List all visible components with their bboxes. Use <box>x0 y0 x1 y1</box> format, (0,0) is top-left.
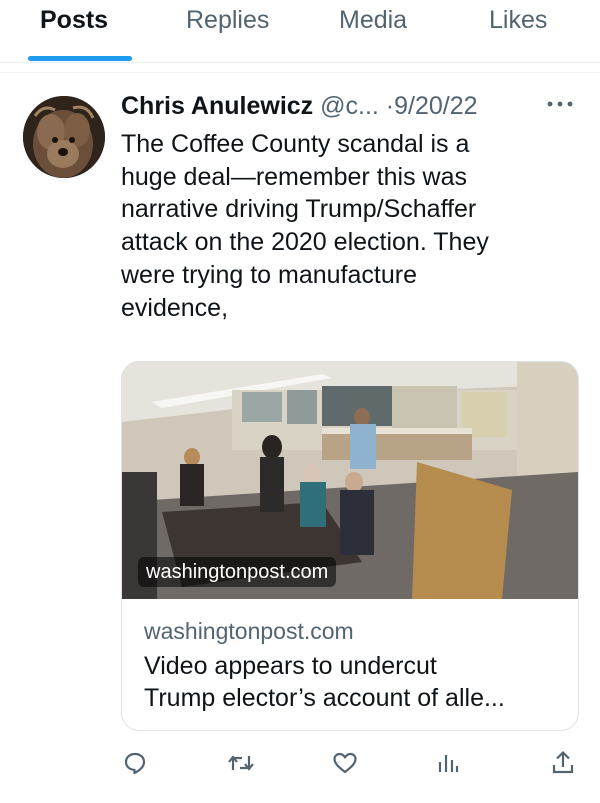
more-options-icon[interactable] <box>544 97 576 111</box>
link-card-image-overlay: washingtonpost.com <box>138 557 337 587</box>
divider <box>0 72 600 73</box>
share-button[interactable] <box>551 750 575 780</box>
tab-replies[interactable]: Replies <box>186 6 269 35</box>
tab-likes[interactable]: Likes <box>489 6 547 35</box>
profile-tabs: Posts Replies Media Likes <box>0 0 600 63</box>
author-handle[interactable]: @c... <box>320 92 379 120</box>
active-tab-indicator <box>28 56 132 61</box>
post-text: The Coffee County scandal is a huge deal… <box>121 130 489 322</box>
link-card-domain: washingtonpost.com <box>144 618 354 644</box>
views-icon <box>437 750 459 776</box>
separator-dot: · <box>385 92 395 120</box>
avatar[interactable] <box>23 96 105 178</box>
views-button[interactable] <box>437 750 459 780</box>
reply-button[interactable] <box>122 750 148 780</box>
link-card-title: Video appears to undercut Trump elector’… <box>144 652 505 712</box>
link-card[interactable]: washingtonpost.com washingtonpost.com Vi… <box>121 361 579 731</box>
reply-icon <box>122 750 148 776</box>
tab-media[interactable]: Media <box>339 6 407 35</box>
heart-icon <box>332 750 358 776</box>
post-date[interactable]: 9/20/22 <box>394 92 477 120</box>
share-icon <box>551 750 575 776</box>
post-header: Chris Anulewicz @c... ·9/20/22 <box>121 92 478 121</box>
repost-icon <box>227 750 255 776</box>
author-name[interactable]: Chris Anulewicz <box>121 92 313 120</box>
tab-posts[interactable]: Posts <box>40 6 108 35</box>
repost-button[interactable] <box>227 750 255 780</box>
like-button[interactable] <box>332 750 358 780</box>
